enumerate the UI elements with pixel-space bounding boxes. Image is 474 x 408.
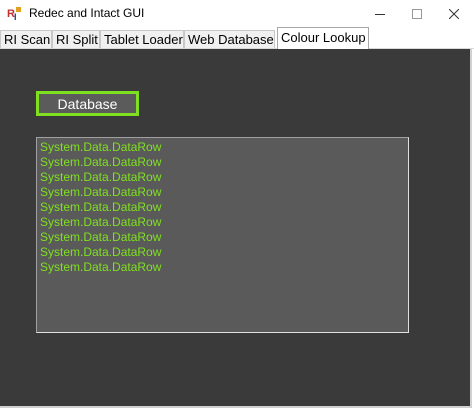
list-item[interactable]: System.Data.DataRow <box>40 155 408 170</box>
window-title: Redec and Intact GUI <box>29 6 145 20</box>
title-bar: R I Redec and Intact GUI <box>0 0 474 27</box>
minimize-icon <box>375 13 385 15</box>
list-item[interactable]: System.Data.DataRow <box>40 260 408 275</box>
list-item[interactable]: System.Data.DataRow <box>40 185 408 200</box>
app-icon: R I <box>6 4 24 22</box>
list-item[interactable]: System.Data.DataRow <box>40 230 408 245</box>
tab-web-database[interactable]: Web Database <box>184 30 275 48</box>
database-button[interactable]: Database <box>36 91 139 116</box>
close-button[interactable] <box>434 0 474 27</box>
app-window: R I Redec and Intact GUI RI Scan RI Spli… <box>0 0 474 408</box>
tab-ri-scan[interactable]: RI Scan <box>0 30 52 48</box>
list-item[interactable]: System.Data.DataRow <box>40 215 408 230</box>
close-icon <box>449 8 459 19</box>
maximize-button[interactable] <box>397 0 437 27</box>
list-item[interactable]: System.Data.DataRow <box>40 140 408 155</box>
list-item[interactable]: System.Data.DataRow <box>40 170 408 185</box>
tab-ri-split[interactable]: RI Split <box>52 30 100 48</box>
tab-tablet-loader[interactable]: Tablet Loader <box>100 30 184 48</box>
list-item[interactable]: System.Data.DataRow <box>40 200 408 215</box>
list-item[interactable]: System.Data.DataRow <box>40 245 408 260</box>
colour-lookup-panel: Database System.Data.DataRow System.Data… <box>0 49 472 408</box>
maximize-icon <box>412 8 422 19</box>
tab-colour-lookup[interactable]: Colour Lookup <box>277 27 369 49</box>
tab-strip: RI Scan RI Split Tablet Loader Web Datab… <box>0 27 474 49</box>
minimize-button[interactable] <box>360 0 400 27</box>
svg-text:I: I <box>14 12 17 22</box>
results-listbox[interactable]: System.Data.DataRow System.Data.DataRow … <box>36 137 409 333</box>
